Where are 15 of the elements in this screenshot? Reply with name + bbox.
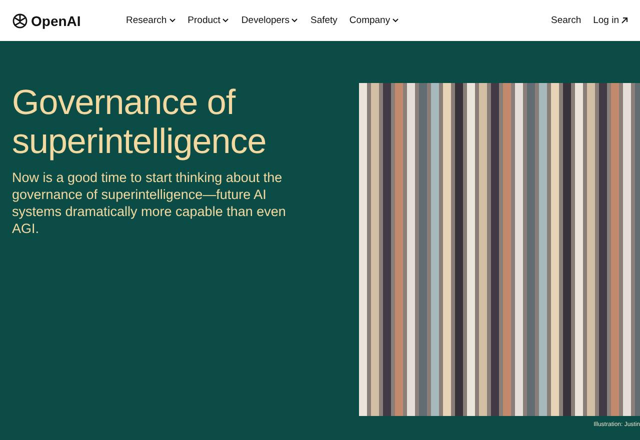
nav-link[interactable]: Safety [310, 15, 338, 26]
search-link[interactable]: Search [551, 15, 582, 26]
article-title: Governance of superintelligence [12, 83, 268, 161]
nav-link[interactable]: Developers [241, 15, 298, 26]
brand-name[interactable]: OpenAI [31, 12, 81, 28]
arrow-up-right-icon [621, 17, 628, 24]
chevron-down-icon [168, 18, 176, 23]
chevron-down-icon [291, 18, 298, 23]
nav-link[interactable]: Company [349, 15, 400, 26]
nav-link[interactable]: Product [188, 15, 230, 26]
chevron-down-icon [392, 18, 400, 23]
nav-link[interactable]: Research [126, 15, 176, 26]
chevron-down-icon [222, 18, 230, 23]
login-link[interactable]: Log in [593, 15, 628, 26]
article-summary: Now is a good time to start thinking about the governance of superintelligence—future AI systems dramatically more capable than even AGI. [12, 169, 287, 237]
